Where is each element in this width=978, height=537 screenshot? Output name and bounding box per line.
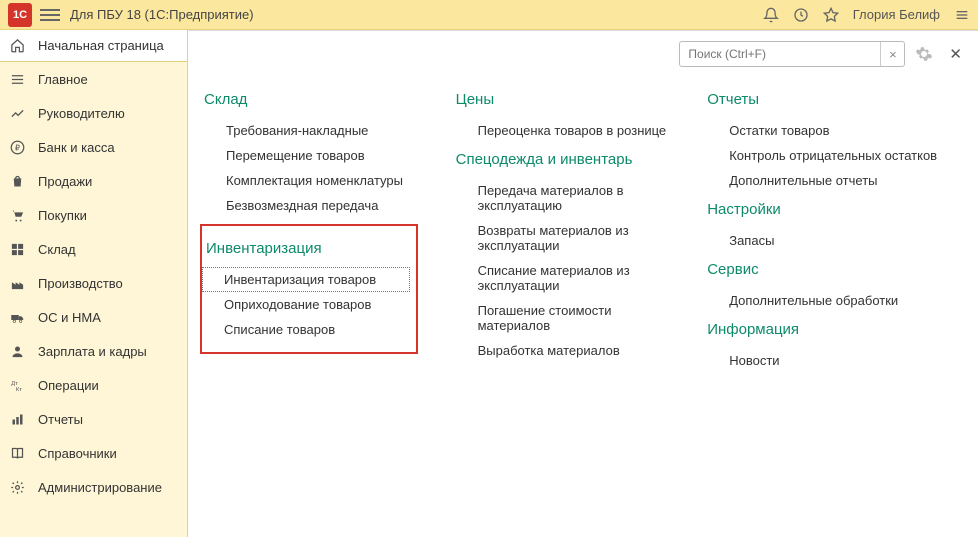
cart-icon [10, 208, 28, 223]
column-col1: Склад Требования-накладныеПеремещение тов… [204, 83, 436, 373]
sidebar-item-1[interactable]: Руководителю [0, 96, 187, 130]
sidebar-item-label: Покупки [38, 208, 87, 223]
menu-link[interactable]: Новости [707, 348, 962, 373]
menu-link[interactable]: Безвозмездная передача [204, 193, 436, 218]
menu-link[interactable]: Списание товаров [202, 317, 410, 342]
sidebar-item-label: Операции [38, 378, 99, 393]
menu-link[interactable]: Возвраты материалов из эксплуатации [456, 218, 688, 258]
search-clear-button[interactable]: × [880, 42, 904, 66]
username-label[interactable]: Глория Белиф [853, 7, 940, 22]
truck-icon [10, 310, 28, 325]
sidebar-item-label: Продажи [38, 174, 92, 189]
topbar: × ✕ [188, 31, 978, 73]
sidebar-item-5[interactable]: Склад [0, 232, 187, 266]
menu-link[interactable]: Передача материалов в эксплуатацию [456, 178, 688, 218]
sidebar-item-2[interactable]: ₽ Банк и касса [0, 130, 187, 164]
menu-link[interactable]: Комплектация номенклатуры [204, 168, 436, 193]
section-title[interactable]: Цены [456, 91, 688, 108]
sidebar-item-label: Администрирование [38, 480, 162, 495]
ruble-icon: ₽ [10, 140, 28, 155]
sidebar-item-label: Производство [38, 276, 123, 291]
menu-link[interactable]: Погашение стоимости материалов [456, 298, 688, 338]
highlighted-section: Инвентаризация Инвентаризация товаровОпри… [200, 224, 418, 354]
column-col3: Отчеты Остатки товаровКонтроль отрицатель… [707, 83, 962, 373]
menu-link[interactable]: Требования-накладные [204, 118, 436, 143]
sidebar-item-label: Банк и касса [38, 140, 115, 155]
home-icon [10, 38, 28, 53]
menu-link[interactable]: Дополнительные отчеты [707, 168, 962, 193]
logo-1c: 1C [8, 3, 32, 27]
star-icon[interactable] [823, 7, 839, 23]
menu-link[interactable]: Запасы [707, 228, 962, 253]
menu-link[interactable]: Оприходование товаров [202, 292, 410, 317]
menu-link[interactable]: Переоценка товаров в рознице [456, 118, 688, 143]
sidebar-item-7[interactable]: ОС и НМА [0, 300, 187, 334]
titlebar-actions: Глория Белиф [763, 7, 970, 23]
menu-icon [10, 72, 28, 87]
sidebar: Начальная страница Главное Руководителю ₽ Б… [0, 30, 188, 537]
sidebar-home[interactable]: Начальная страница [0, 30, 187, 62]
sidebar-item-label: Склад [38, 242, 76, 257]
menu-link[interactable]: Инвентаризация товаров [202, 267, 410, 292]
sidebar-item-label: ОС и НМА [38, 310, 101, 325]
sidebar-item-label: Руководителю [38, 106, 125, 121]
history-icon[interactable] [793, 7, 809, 23]
chart-icon [10, 106, 28, 121]
menu-link[interactable]: Дополнительные обработки [707, 288, 962, 313]
section-title[interactable]: Настройки [707, 201, 962, 218]
boxes-icon [10, 242, 28, 257]
sidebar-item-12[interactable]: Администрирование [0, 470, 187, 504]
titlebar: 1C Для ПБУ 18 (1С:Предприятие) Глория Бе… [0, 0, 978, 30]
menu-link[interactable]: Перемещение товаров [204, 143, 436, 168]
bell-icon[interactable] [763, 7, 779, 23]
sidebar-item-8[interactable]: Зарплата и кадры [0, 334, 187, 368]
section-title[interactable]: Спецодежда и инвентарь [456, 151, 688, 168]
bag-icon [10, 174, 28, 189]
options-icon[interactable] [954, 7, 970, 23]
search-input[interactable] [680, 47, 880, 61]
sidebar-item-10[interactable]: Отчеты [0, 402, 187, 436]
search-box: × [679, 41, 905, 67]
menu-toggle[interactable] [40, 6, 60, 24]
sidebar-item-4[interactable]: Покупки [0, 198, 187, 232]
sidebar-item-0[interactable]: Главное [0, 62, 187, 96]
section-title[interactable]: Инвентаризация [206, 240, 410, 257]
sidebar-item-3[interactable]: Продажи [0, 164, 187, 198]
svg-text:Кт: Кт [16, 387, 22, 392]
close-button[interactable]: ✕ [949, 45, 962, 63]
menu-link[interactable]: Контроль отрицательных остатков [707, 143, 962, 168]
section-title[interactable]: Информация [707, 321, 962, 338]
sidebar-item-11[interactable]: Справочники [0, 436, 187, 470]
sidebar-item-label: Главное [38, 72, 88, 87]
window-title: Для ПБУ 18 (1С:Предприятие) [70, 7, 763, 22]
sidebar-item-label: Зарплата и кадры [38, 344, 147, 359]
svg-text:Дт: Дт [11, 381, 18, 387]
column-col2: Цены Переоценка товаров в рознице Спецодеж… [456, 83, 688, 373]
sidebar-home-label: Начальная страница [38, 38, 164, 53]
factory-icon [10, 276, 28, 291]
bars-icon [10, 412, 28, 427]
gear-icon [10, 480, 28, 495]
sidebar-item-label: Справочники [38, 446, 117, 461]
section-title[interactable]: Отчеты [707, 91, 962, 108]
gear-icon[interactable] [915, 45, 933, 63]
sidebar-item-6[interactable]: Производство [0, 266, 187, 300]
main-area: × ✕ Склад Требования-накладныеПеремещение… [188, 30, 978, 537]
menu-link[interactable]: Списание материалов из эксплуатации [456, 258, 688, 298]
section-title[interactable]: Сервис [707, 261, 962, 278]
section-title[interactable]: Склад [204, 91, 436, 108]
svg-text:₽: ₽ [15, 143, 20, 152]
menu-link[interactable]: Остатки товаров [707, 118, 962, 143]
sidebar-item-label: Отчеты [38, 412, 83, 427]
book-icon [10, 446, 28, 461]
menu-link[interactable]: Выработка материалов [456, 338, 688, 363]
person-icon [10, 344, 28, 359]
sidebar-item-9[interactable]: ДтКт Операции [0, 368, 187, 402]
dtkt-icon: ДтКт [10, 378, 28, 392]
